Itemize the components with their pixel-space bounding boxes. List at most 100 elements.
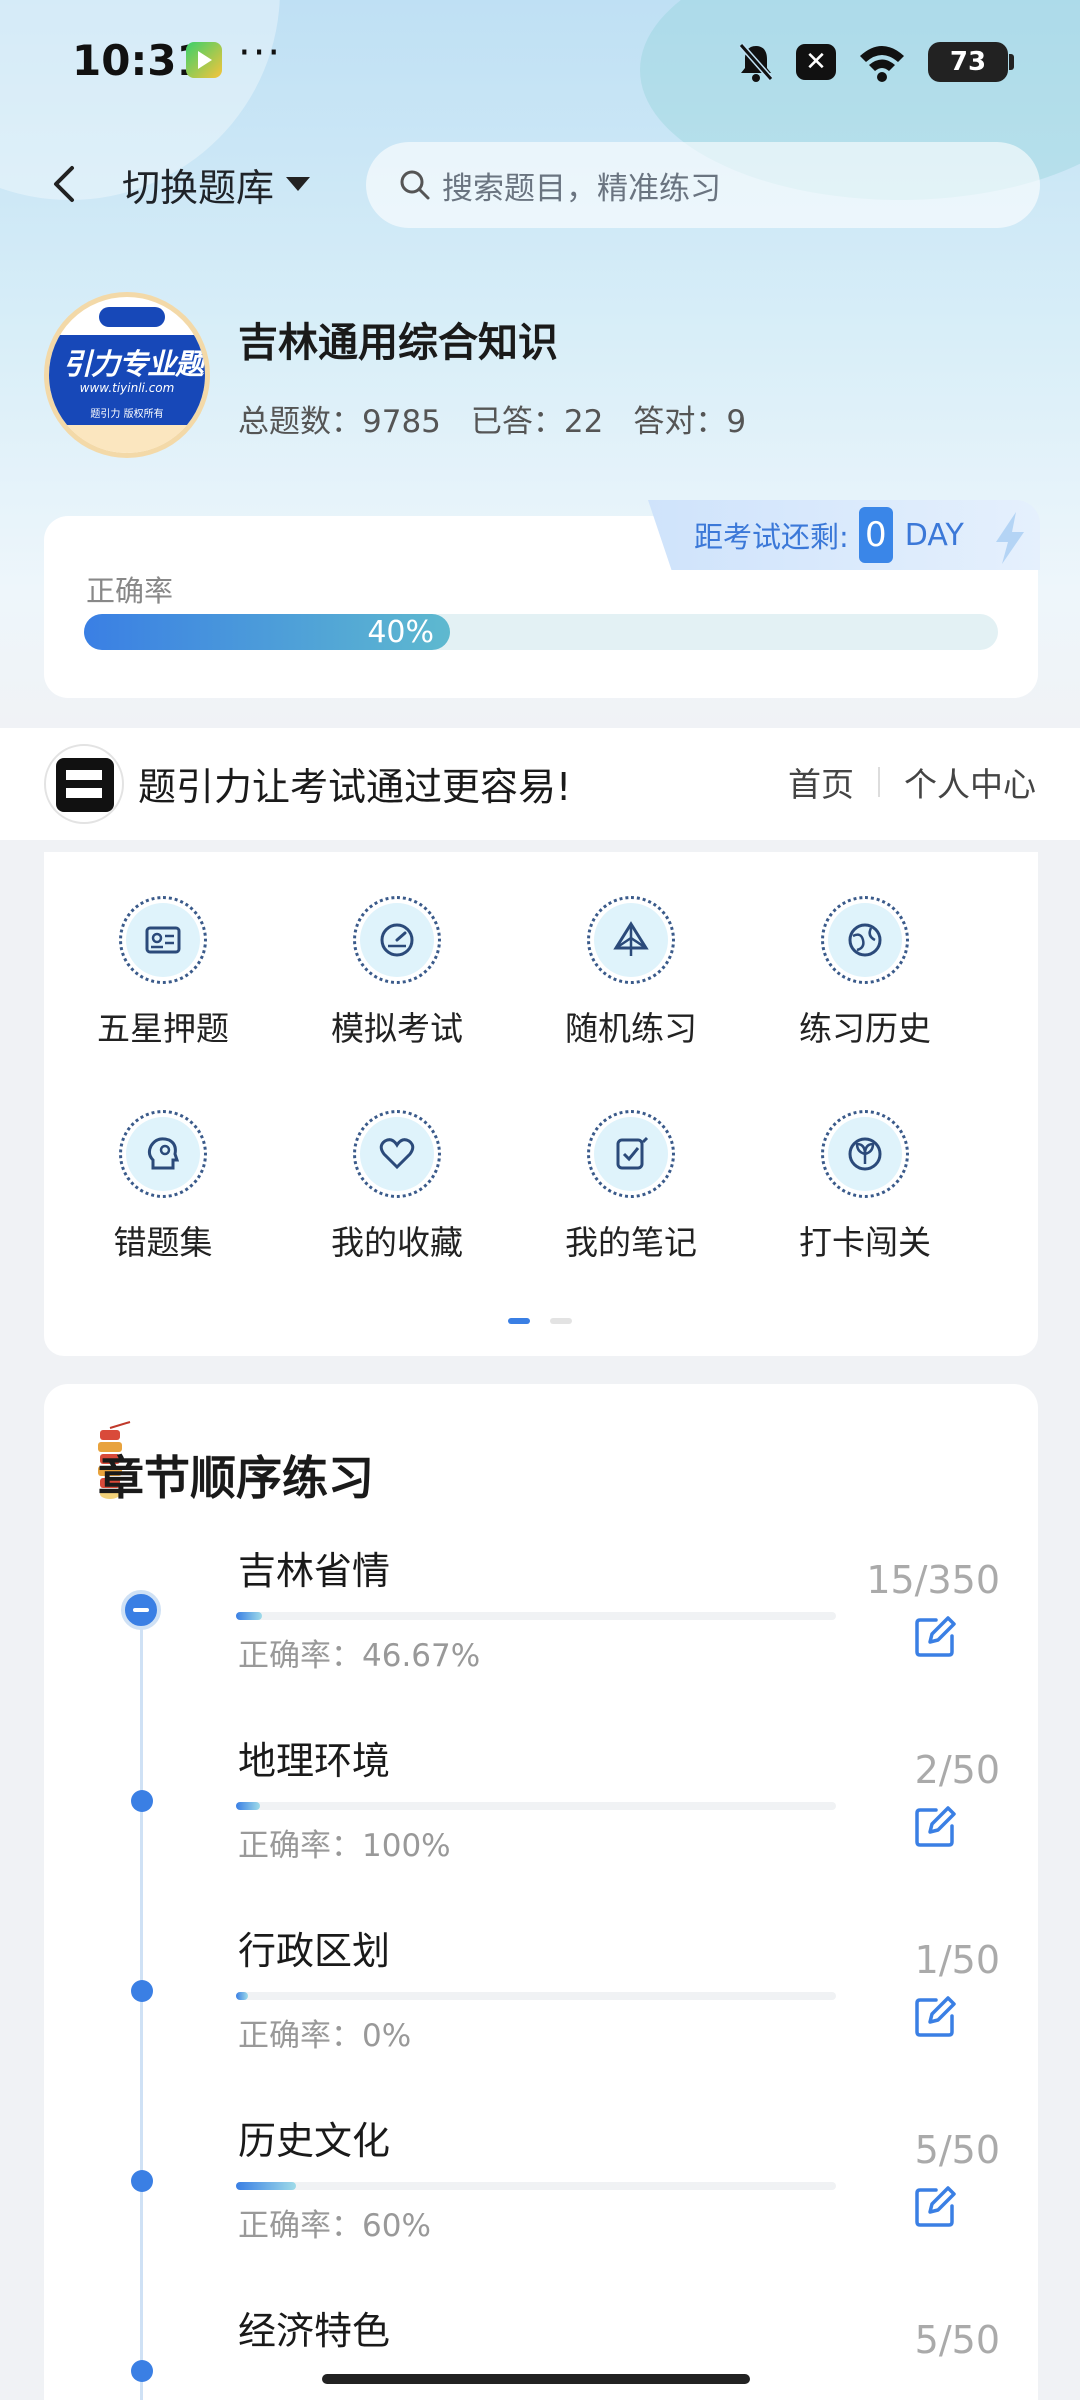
collapse-icon[interactable] xyxy=(121,1590,161,1630)
timeline-dot xyxy=(131,1790,153,1812)
chapter-section-title: 章节顺序练习 xyxy=(98,1451,374,1505)
chapter-name: 地理环境 xyxy=(238,1739,391,1783)
accuracy-progress-fill: 40% xyxy=(84,614,450,650)
feature-label: 错题集 xyxy=(113,1223,213,1262)
exam-days-unit: DAY xyxy=(904,517,964,553)
chapter-accuracy: 正确率：0% xyxy=(238,2018,412,2054)
feature-icon-ring xyxy=(353,1110,441,1198)
feature-note-check[interactable]: 我的笔记 xyxy=(514,1110,748,1264)
wifi-icon xyxy=(860,46,904,82)
timeline-dot xyxy=(131,2360,153,2382)
brand-logo-icon xyxy=(44,744,124,824)
edit-icon[interactable] xyxy=(912,1994,958,2040)
chapter-progress-fill xyxy=(236,1612,262,1620)
top-links: 首页 个人中心 xyxy=(788,758,1036,806)
exam-countdown-tag: 距考试还剩: 0 DAY xyxy=(648,500,1040,570)
accuracy-progress-bar: 40% xyxy=(84,614,998,650)
gauge-icon xyxy=(380,923,414,957)
exam-countdown-label: 距考试还剩: xyxy=(694,520,849,554)
feature-leaf[interactable]: 打卡闯关 xyxy=(748,1110,982,1264)
chapter-count: 1/50 xyxy=(914,1938,1000,1982)
chapter-progress-fill xyxy=(236,1992,248,2000)
feature-grid: 五星押题 模拟考试 随机练习 练习历史错题集 我的收藏 我的笔记 打卡闯关 xyxy=(44,852,1038,1356)
total-questions: 总题数：9785 xyxy=(238,404,441,440)
feature-head[interactable]: 错题集 xyxy=(46,1110,280,1264)
shuffle-icon xyxy=(613,921,649,956)
chapter-name: 经济特色 xyxy=(238,2309,391,2353)
search-input[interactable]: 搜索题目，精准练习 xyxy=(366,142,1040,228)
edit-icon[interactable] xyxy=(912,1804,958,1850)
chapter-name: 历史文化 xyxy=(238,2119,391,2163)
logo-copyright: 题引力 版权所有 xyxy=(90,409,164,420)
chapter-accuracy: 正确率：60% xyxy=(238,2208,431,2244)
exam-days-number: 0 xyxy=(858,507,893,563)
timeline-dot xyxy=(131,1980,153,2002)
feature-icon-ring xyxy=(587,1110,675,1198)
chapter-count: 2/50 xyxy=(914,1748,1000,1792)
caret-down-icon xyxy=(286,177,311,191)
feature-id-card[interactable]: 五星押题 xyxy=(46,896,280,1050)
accuracy-value: 40% xyxy=(367,614,434,650)
feature-gauge[interactable]: 模拟考试 xyxy=(280,896,514,1050)
close-box-icon: ✕ xyxy=(796,44,836,80)
grid-pager xyxy=(508,1318,572,1324)
feature-icon-ring xyxy=(587,896,675,984)
home-link[interactable]: 首页 xyxy=(788,758,854,806)
bell-off-icon xyxy=(738,43,774,82)
chapter-name: 吉林省情 xyxy=(238,1549,391,1593)
chapter-progress-fill xyxy=(236,2182,296,2190)
pager-dot-active[interactable] xyxy=(508,1318,530,1324)
feature-label: 模拟考试 xyxy=(331,1009,463,1048)
video-app-icon xyxy=(186,42,222,78)
divider xyxy=(878,767,880,797)
feature-shuffle[interactable]: 随机练习 xyxy=(514,896,748,1050)
chapter-progress-fill xyxy=(236,1802,260,1810)
feature-icon-ring xyxy=(353,896,441,984)
question-bank-logo: 引力专业题 www.tiyinli.com 题引力 版权所有 xyxy=(44,292,210,458)
chapter-progress-bar xyxy=(236,1992,836,2000)
timeline-dot xyxy=(131,2170,153,2192)
logo-text: 引力专业题 xyxy=(62,347,204,381)
switch-question-bank[interactable]: 切换题库 xyxy=(122,156,311,212)
feature-heart[interactable]: 我的收藏 xyxy=(280,1110,514,1264)
note-check-icon xyxy=(616,1136,649,1170)
feature-icon-ring xyxy=(119,896,207,984)
chapter-progress-bar xyxy=(236,1802,836,1810)
personal-center-link[interactable]: 个人中心 xyxy=(904,758,1036,806)
edit-icon[interactable] xyxy=(912,1614,958,1660)
chapter-name: 行政区划 xyxy=(238,1929,391,1973)
chapter-count: 5/50 xyxy=(914,2128,1000,2172)
battery-indicator: 73 xyxy=(928,42,1014,82)
switch-bank-label: 切换题库 xyxy=(122,165,275,210)
head-icon xyxy=(147,1137,180,1170)
accuracy-label: 正确率 xyxy=(86,574,174,608)
slogan-bar: 题引力让考试通过更容易! 首页 个人中心 xyxy=(0,728,1080,840)
chapter-progress-bar xyxy=(236,1612,836,1620)
feature-label: 打卡闯关 xyxy=(799,1223,931,1262)
feature-globe[interactable]: 练习历史 xyxy=(748,896,982,1050)
lightning-icon xyxy=(996,512,1024,564)
logo-url: www.tiyinli.com xyxy=(79,381,175,395)
bank-stats: 总题数：9785 已答：22 答对：9 xyxy=(238,396,746,441)
chapter-accuracy: 正确率：100% xyxy=(238,1828,451,1864)
feature-label: 我的笔记 xyxy=(565,1223,697,1262)
id-card-icon xyxy=(145,926,181,954)
leaf-icon xyxy=(848,1137,882,1171)
feature-label: 随机练习 xyxy=(565,1009,697,1048)
feature-icon-ring xyxy=(119,1110,207,1198)
globe-icon xyxy=(848,923,882,957)
more-notifications-icon: ··· xyxy=(238,30,283,76)
status-right-icons: ✕ 73 xyxy=(738,40,1014,84)
chapter-progress-bar xyxy=(236,2182,836,2190)
status-bar: 10:31 ··· ✕ 73 xyxy=(0,0,1080,124)
home-indicator[interactable] xyxy=(322,2374,750,2384)
edit-icon[interactable] xyxy=(912,2184,958,2230)
pager-dot[interactable] xyxy=(550,1318,572,1324)
feature-icon-ring xyxy=(821,1110,909,1198)
chapter-practice-card xyxy=(44,1384,1038,2400)
correct-count: 答对：9 xyxy=(633,404,747,440)
back-button[interactable] xyxy=(42,156,92,212)
search-placeholder: 搜索题目，精准练习 xyxy=(442,170,721,207)
bank-title: 吉林通用综合知识 xyxy=(238,320,558,366)
answered-count: 已答：22 xyxy=(470,404,604,440)
